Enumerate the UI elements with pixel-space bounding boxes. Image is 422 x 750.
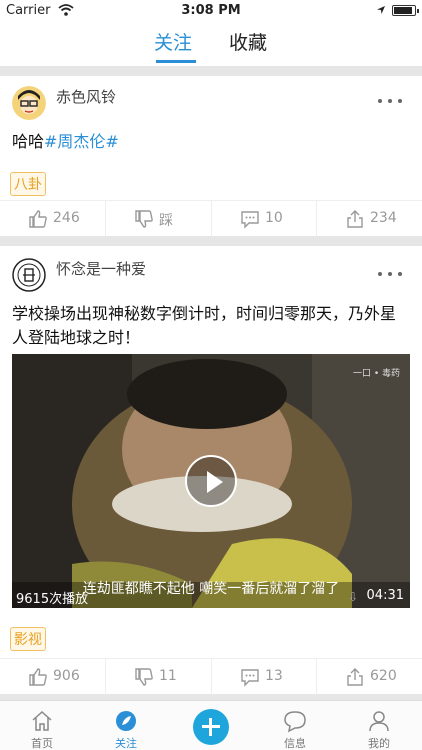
post-card: 赤色风铃 哈哈#周杰伦# 八卦 246 踩 10 234	[0, 76, 422, 237]
post-body: 哈哈	[12, 132, 45, 151]
top-tab-bar: 关注 收藏	[0, 22, 422, 66]
tab-profile[interactable]: 我的	[344, 701, 414, 750]
dislike-button[interactable]: 11	[105, 659, 210, 695]
tab-home[interactable]: 首页	[7, 701, 77, 750]
tab-home-label: 首页	[31, 737, 53, 750]
location-arrow-icon	[377, 6, 385, 14]
post-actions: 246 踩 10 234	[0, 200, 422, 237]
cartoon-avatar-icon	[12, 86, 46, 120]
comment-icon	[241, 211, 259, 229]
like-count: 246	[53, 210, 80, 226]
category-tag[interactable]: 八卦	[10, 172, 46, 196]
status-bar: Carrier 3:08 PM	[0, 0, 422, 22]
play-button-icon[interactable]	[185, 455, 237, 507]
video-duration: 04:31	[366, 588, 404, 603]
play-count: 9615次播放	[16, 592, 89, 607]
more-options-icon[interactable]	[378, 99, 404, 105]
tab-following-nav[interactable]: 关注	[91, 701, 161, 750]
avatar[interactable]	[12, 258, 46, 292]
post-card: 怀念是一种爱 学校操场出现神秘数字倒计时，时间归零那天，乃外星人登陆地球之时！ …	[0, 246, 422, 695]
emblem-avatar-icon	[12, 258, 46, 292]
clock: 3:08 PM	[181, 3, 241, 18]
dislike-button[interactable]: 踩	[105, 201, 210, 237]
thumbs-up-icon	[29, 210, 47, 228]
post-text: 哈哈#周杰伦#	[12, 130, 410, 154]
tab-messages-label: 信息	[284, 737, 306, 750]
like-count: 906	[53, 668, 80, 684]
share-button[interactable]: 620	[316, 659, 421, 695]
download-icon[interactable]: ⇩	[348, 590, 358, 604]
post-username[interactable]: 赤色风铃	[56, 86, 116, 107]
like-button[interactable]: 906	[0, 659, 105, 695]
person-icon	[369, 711, 389, 732]
battery-icon	[392, 5, 419, 16]
tab-favorites[interactable]: 收藏	[229, 28, 267, 55]
share-button[interactable]: 234	[316, 201, 421, 237]
share-count: 234	[370, 210, 397, 226]
active-tab-indicator	[156, 60, 196, 63]
post-actions: 906 11 13 620	[0, 658, 422, 695]
share-icon	[347, 668, 363, 686]
share-count: 620	[370, 668, 397, 684]
tab-following-label: 关注	[115, 737, 137, 750]
share-icon	[347, 210, 363, 228]
avatar[interactable]	[12, 86, 46, 120]
hashtag-link[interactable]: #周杰伦#	[44, 132, 119, 151]
home-icon	[32, 710, 52, 731]
compass-icon	[116, 711, 136, 731]
comment-button[interactable]: 13	[211, 659, 316, 695]
plus-icon[interactable]	[193, 709, 229, 745]
post-text: 学校操场出现神秘数字倒计时，时间归零那天，乃外星人登陆地球之时！	[12, 304, 397, 347]
thumbs-up-icon	[29, 668, 47, 686]
post-username[interactable]: 怀念是一种爱	[56, 258, 146, 279]
tab-messages[interactable]: 信息	[260, 701, 330, 750]
tab-profile-label: 我的	[368, 737, 390, 750]
bottom-tab-bar: 首页 关注 信息 我的	[0, 700, 422, 750]
dislike-label: 踩	[159, 213, 173, 229]
video-player[interactable]: 一口 • 毒药 连劫匪都瞧不起他 嘲笑一番后就溜了溜了 9615次播放 ⇩ 04…	[12, 354, 410, 608]
dislike-count: 11	[159, 668, 177, 684]
like-button[interactable]: 246	[0, 201, 105, 237]
thumbs-down-icon	[135, 668, 153, 686]
category-tag[interactable]: 影视	[10, 627, 46, 651]
chat-bubble-icon	[284, 711, 306, 733]
tab-following[interactable]: 关注	[154, 28, 192, 55]
video-watermark: 一口 • 毒药	[352, 369, 400, 379]
comment-count: 10	[265, 210, 283, 226]
comment-button[interactable]: 10	[211, 201, 316, 237]
comment-icon	[241, 669, 259, 687]
more-options-icon[interactable]	[378, 272, 404, 278]
thumbs-down-icon	[135, 210, 153, 228]
comment-count: 13	[265, 668, 283, 684]
